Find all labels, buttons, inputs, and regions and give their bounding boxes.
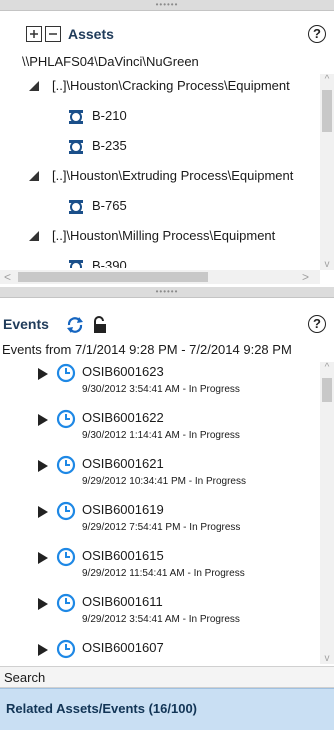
- expand-arrow-icon[interactable]: [38, 506, 48, 518]
- collapse-all-icon[interactable]: [45, 26, 61, 42]
- assets-root-path: \\PHLAFS04\DaVinci\NuGreen: [22, 54, 199, 69]
- event-row[interactable]: OSIB6001611 9/29/2012 3:54:41 AM - In Pr…: [0, 590, 318, 634]
- clock-icon: [56, 501, 76, 521]
- event-row[interactable]: OSIB6001623 9/30/2012 3:54:41 AM - In Pr…: [0, 360, 318, 404]
- assets-help-icon[interactable]: ?: [308, 25, 326, 43]
- expanded-triangle-icon[interactable]: [28, 170, 40, 185]
- equipment-icon: [68, 199, 84, 218]
- clock-icon: [56, 363, 76, 383]
- expand-arrow-icon[interactable]: [38, 552, 48, 564]
- event-row[interactable]: OSIB6001607: [0, 636, 318, 666]
- events-vscroll-thumb[interactable]: [322, 378, 332, 402]
- clock-icon: [56, 409, 76, 429]
- events-list: OSIB6001623 9/30/2012 3:54:41 AM - In Pr…: [0, 360, 318, 666]
- clock-icon: [56, 547, 76, 567]
- clock-icon: [56, 639, 76, 659]
- assets-title: Assets: [68, 26, 114, 42]
- event-row[interactable]: OSIB6001621 9/29/2012 10:34:41 PM - In P…: [0, 452, 318, 496]
- scroll-down-icon[interactable]: v: [320, 653, 334, 664]
- scroll-right-icon[interactable]: >: [302, 270, 309, 284]
- expand-arrow-icon[interactable]: [38, 460, 48, 472]
- clock-icon: [56, 455, 76, 475]
- expand-arrow-icon[interactable]: [38, 598, 48, 610]
- assets-horizontal-scrollbar[interactable]: < >: [0, 270, 320, 284]
- assets-header: Assets ?: [0, 22, 334, 48]
- scroll-left-icon[interactable]: <: [4, 270, 11, 284]
- clock-icon: [56, 593, 76, 613]
- grip-dots-icon: ••••••: [155, 287, 179, 296]
- events-help-icon[interactable]: ?: [308, 315, 326, 333]
- top-splitter-grip[interactable]: ••••••: [0, 0, 334, 11]
- equipment-icon: [68, 109, 84, 128]
- scroll-up-icon[interactable]: ^: [320, 362, 334, 373]
- search-tab[interactable]: Search: [0, 666, 334, 688]
- scroll-up-icon[interactable]: ^: [320, 74, 334, 85]
- expand-arrow-icon[interactable]: [38, 414, 48, 426]
- equipment-icon: [68, 139, 84, 158]
- lock-icon[interactable]: [92, 316, 108, 334]
- assets-hscroll-thumb[interactable]: [18, 272, 208, 282]
- expanded-triangle-icon[interactable]: [28, 230, 40, 245]
- events-vertical-scrollbar[interactable]: ^ v: [320, 362, 334, 664]
- events-range-text: Events from 7/1/2014 9:28 PM - 7/2/2014 …: [2, 342, 292, 357]
- assets-vertical-scrollbar[interactable]: ^ v: [320, 74, 334, 270]
- middle-splitter-grip[interactable]: ••••••: [0, 287, 334, 298]
- grip-dots-icon: ••••••: [155, 0, 179, 9]
- event-row[interactable]: OSIB6001615 9/29/2012 11:54:41 AM - In P…: [0, 544, 318, 588]
- expand-all-icon[interactable]: [26, 26, 42, 42]
- events-title: Events: [3, 316, 49, 332]
- equipment-icon: [68, 259, 84, 268]
- event-row[interactable]: OSIB6001619 9/29/2012 7:54:41 PM - In Pr…: [0, 498, 318, 542]
- assets-tree: \\PHLAFS04\DaVinci\NuGreen [..]\Houston\…: [0, 48, 318, 268]
- expand-arrow-icon[interactable]: [38, 644, 48, 656]
- events-header: Events ?: [0, 312, 334, 338]
- expanded-triangle-icon[interactable]: [28, 80, 40, 95]
- event-row[interactable]: OSIB6001622 9/30/2012 1:14:41 AM - In Pr…: [0, 406, 318, 450]
- assets-vscroll-thumb[interactable]: [322, 90, 332, 132]
- refresh-icon[interactable]: [66, 316, 84, 334]
- expand-arrow-icon[interactable]: [38, 368, 48, 380]
- scroll-down-icon[interactable]: v: [320, 259, 334, 270]
- related-assets-events-tab[interactable]: Related Assets/Events (16/100): [0, 688, 334, 730]
